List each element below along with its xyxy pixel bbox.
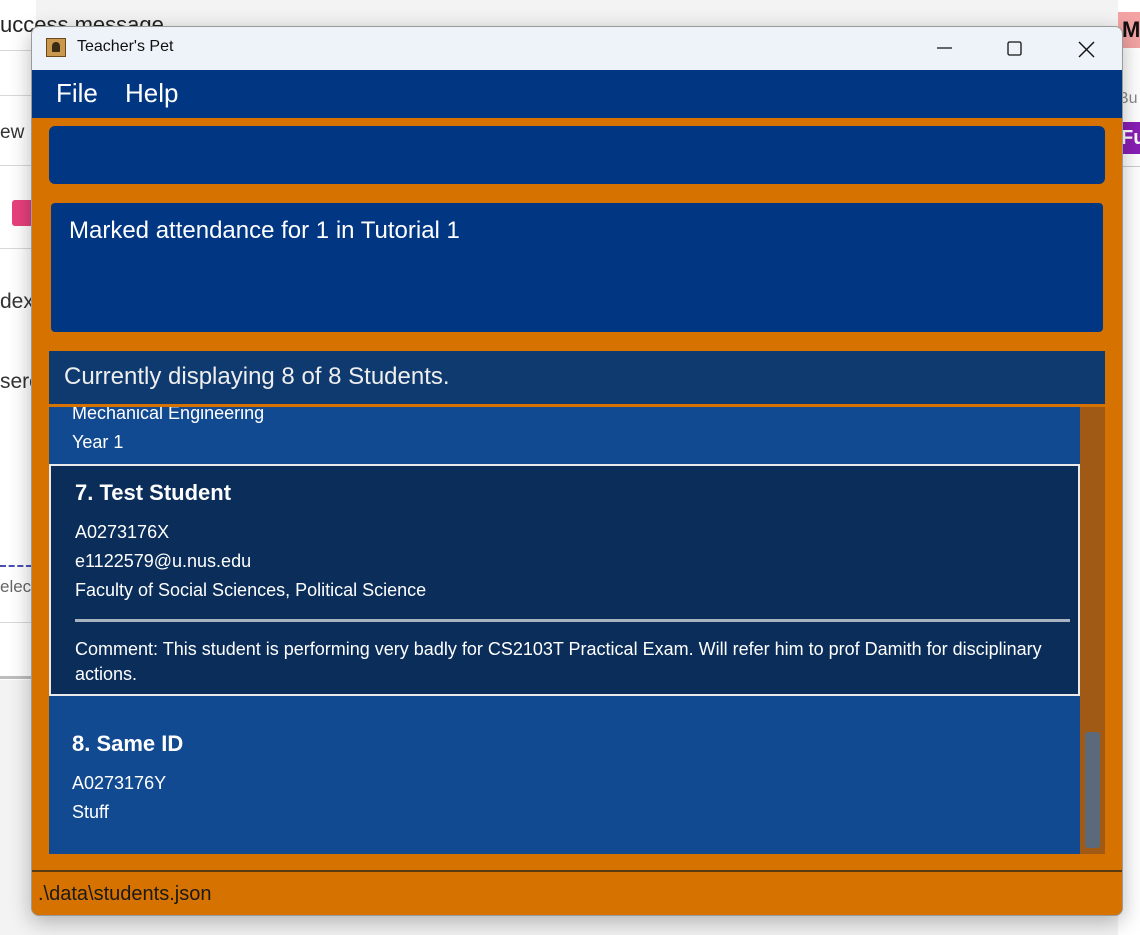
list-header: Currently displaying 8 of 8 Students. — [49, 351, 1105, 406]
maximize-button[interactable] — [992, 27, 1038, 70]
student-major: Mechanical Engineering — [72, 407, 265, 423]
student-id: A0273176X — [75, 522, 170, 542]
data-file-path: .\data\students.json — [38, 883, 212, 905]
minimize-icon — [937, 47, 952, 49]
list-scrollbar[interactable] — [1080, 407, 1105, 854]
result-message: Marked attendance for 1 in Tutorial 1 — [69, 217, 460, 244]
maximize-icon — [1007, 41, 1022, 56]
app-window: Teacher's Pet File Help Marked attendanc… — [31, 26, 1123, 916]
close-button[interactable] — [1063, 27, 1109, 70]
background-snippet: dex — [0, 290, 34, 313]
student-card[interactable]: Mechanical Engineering Year 1 — [49, 407, 1080, 464]
menu-bar: File Help — [32, 70, 1122, 118]
scrollbar-thumb[interactable] — [1085, 732, 1100, 848]
command-box — [49, 126, 1105, 184]
background-snippet: ew — [0, 122, 25, 143]
menu-help[interactable]: Help — [125, 78, 178, 109]
status-bar: .\data\students.json — [32, 870, 1122, 915]
student-card[interactable]: 8. Same ID A0273176Y Stuff — [49, 696, 1080, 854]
student-list[interactable]: Mechanical Engineering Year 1 7. Test St… — [49, 407, 1105, 854]
window-title: Teacher's Pet — [77, 38, 174, 55]
minimize-button[interactable] — [922, 27, 968, 70]
student-year: Year 1 — [72, 432, 124, 452]
contact-book-icon — [46, 38, 66, 57]
student-name: 7. Test Student — [75, 480, 232, 505]
background-dashed-line — [0, 565, 32, 567]
student-detail: Stuff — [72, 802, 109, 822]
student-name: 8. Same ID — [72, 731, 184, 756]
student-email: e1122579@u.nus.edu — [75, 551, 252, 571]
result-display: Marked attendance for 1 in Tutorial 1 — [51, 203, 1103, 332]
student-comment: Comment: This student is performing very… — [75, 639, 1042, 684]
student-faculty: Faculty of Social Sciences, Political Sc… — [75, 580, 427, 600]
title-bar[interactable]: Teacher's Pet — [32, 27, 1122, 70]
student-id: A0273176Y — [72, 773, 167, 793]
command-input[interactable] — [49, 126, 1105, 184]
close-icon — [1078, 41, 1095, 58]
student-card-selected[interactable]: 7. Test Student A0273176X e1122579@u.nus… — [49, 464, 1080, 696]
list-header-text: Currently displaying 8 of 8 Students. — [64, 363, 450, 390]
menu-file[interactable]: File — [56, 78, 98, 109]
card-divider — [75, 619, 1070, 622]
